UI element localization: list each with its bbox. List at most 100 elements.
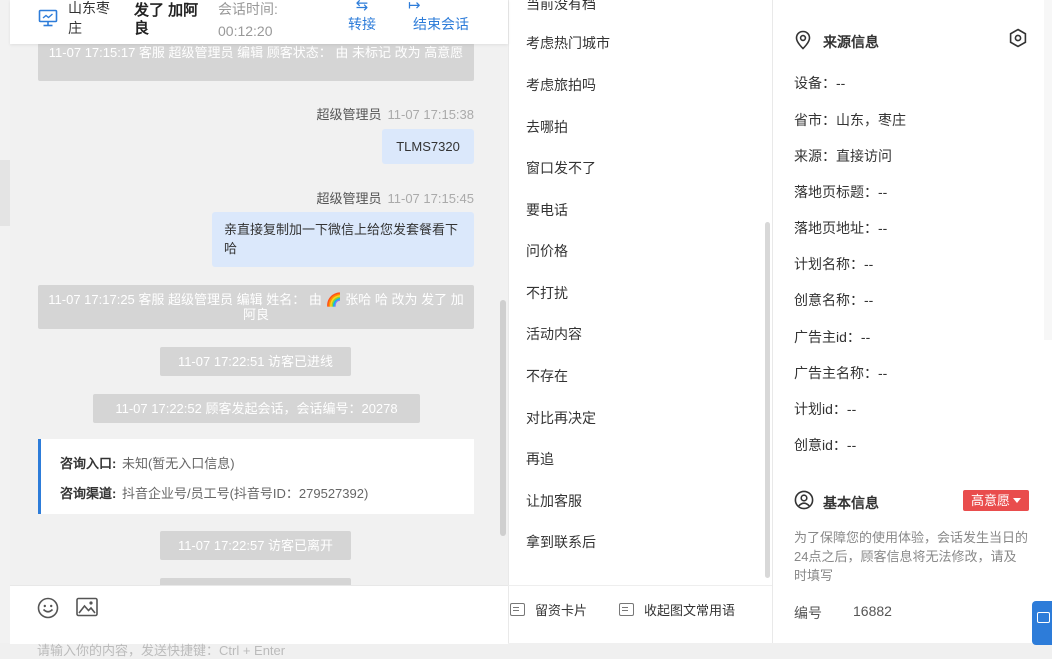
quick-phrase-item[interactable]: 考虑旅拍吗 [526,75,596,95]
collapse-icon [619,603,634,616]
session-time: 会话时间: 00:12:20 [218,0,308,42]
source-field: 广告主id：-- [794,327,870,347]
entry-row: 咨询入口: 未知(暂无入口信息) [60,453,235,472]
source-field-label: 落地页地址： [794,220,878,236]
quick-phrase-item[interactable]: 拿到联系后 [526,532,596,552]
source-field: 来源：直接访问 [794,146,892,166]
source-field-value: 山东，枣庄 [836,112,906,128]
sender-name: 超级管理员 [316,191,382,206]
source-field-value: -- [846,401,857,417]
source-field-label: 创意id： [794,437,847,453]
message-time: 11-07 17:15:45 [387,191,475,206]
basic-info-title: 基本信息 [823,495,879,511]
sender-name: 超级管理员 [316,107,382,122]
quick-phrase-item[interactable]: 问价格 [526,241,568,261]
source-field-label: 计划名称： [794,256,864,272]
source-field: 省市：山东，枣庄 [794,110,906,130]
source-field: 落地页地址：-- [794,218,887,238]
source-field-label: 创意名称： [794,292,864,308]
edit-notice: 为了保障您的使用体验，会话发生当日的24点之后，顾客信息将无法修改，请及时填写 [794,530,1029,583]
session-time-value: 00:12:20 [218,23,273,39]
quick-phrase-item[interactable]: 不存在 [526,366,568,386]
source-field: 落地页标题：-- [794,182,887,202]
lead-card-button[interactable]: 留资卡片 [510,600,587,619]
entry-label: 咨询入口: [60,456,117,471]
source-field: 计划id：-- [794,399,856,419]
source-field: 设备：-- [794,73,845,93]
quick-phrase-item[interactable]: 让加客服 [526,491,582,511]
source-field-label: 落地页标题： [794,184,878,200]
source-field-value: -- [878,184,888,200]
lead-card-label: 留资卡片 [535,603,588,618]
source-field: 广告主名称：-- [794,363,887,383]
quick-phrase-item[interactable]: 不打扰 [526,283,568,303]
source-field-value: -- [836,75,846,91]
transfer-label: 转接 [348,16,376,32]
exit-icon: ↦ [408,0,421,14]
customer-id-value: 16882 [853,603,892,619]
source-field: 创意id：-- [794,435,856,455]
system-message: 11-07 17:15:17 客服 超级管理员 编辑 顾客状态： 由 未标记 改… [38,43,474,81]
system-message: 11-07 17:17:25 客服 超级管理员 编辑 姓名： 由 🌈 张哈 哈 … [38,285,474,329]
quick-phrase-item[interactable]: 窗口发不了 [526,158,596,178]
chat-scrollbar[interactable] [500,300,506,536]
source-field-label: 计划id： [794,401,847,417]
customer-id-label: 编号 [794,605,822,621]
end-session-button[interactable]: ↦ 结束会话 [406,0,476,34]
source-field-value: -- [878,365,888,381]
settings-icon[interactable] [1008,28,1028,48]
chat-header: 山东枣庄 发了 加阿良 会话时间: 00:12:20 ⇆ 转接 ↦ 结束会话 [10,0,508,44]
left-edge-marker [0,160,10,226]
transfer-icon: ⇆ [355,0,369,14]
source-field-value: 直接访问 [836,148,892,164]
source-field-label: 设备： [794,75,836,91]
chat-input-area: 请输入你的内容，发送快捷键：Ctrl + Enter [10,585,508,658]
side-float-button[interactable] [1032,601,1052,645]
left-edge-strip [0,0,10,643]
quick-phrase-item[interactable]: 活动内容 [526,324,582,344]
channel-value: 抖音企业号/员工号(抖音号ID：279527392) [121,486,369,501]
quick-phrase-item[interactable]: 再追 [526,449,554,469]
quick-phrase-item[interactable]: 去哪拍 [526,117,568,137]
quick-phrase-item[interactable]: 要电话 [526,200,568,220]
visitor-name: 发了 加阿良 [134,2,199,37]
message-sender: 超级管理员 11-07 17:15:38 [316,104,474,123]
source-field-value: -- [864,256,874,272]
entry-value: 未知(暂无入口信息) [121,456,235,471]
user-icon [794,490,814,510]
intent-status-dropdown[interactable]: 高意愿 [963,490,1029,511]
quick-phrase-item[interactable]: 对比再决定 [526,408,596,428]
source-field-label: 广告主id： [794,329,861,345]
system-message: 11-07 17:22:51 访客已进线 [160,347,351,376]
source-info-title: 来源信息 [823,34,879,50]
source-field-value: -- [846,437,857,453]
transfer-button[interactable]: ⇆ 转接 [336,0,388,34]
source-field-value: -- [878,220,888,236]
channel-label: 咨询渠道: [60,486,117,501]
system-message: 11-07 17:22:57 访客已离开 [160,531,351,560]
message-time: 11-07 17:15:38 [387,107,475,122]
session-time-label: 会话时间: [218,1,278,17]
monitor-icon [38,9,58,27]
emoji-icon[interactable] [37,597,59,619]
system-message: 11-07 17:22:52 顾客发起会话，会话编号：20278 [93,394,420,423]
location-pin-icon [795,30,811,50]
source-field-label: 广告主名称： [794,365,878,381]
chat-icon [1037,612,1050,623]
phrases-scrollbar[interactable] [765,222,770,578]
card-icon [510,603,525,616]
channel-row: 咨询渠道: 抖音企业号/员工号(抖音号ID：279527392) [60,483,368,502]
end-session-label: 结束会话 [413,16,469,32]
consult-info-card: 咨询入口: 未知(暂无入口信息) 咨询渠道: 抖音企业号/员工号(抖音号ID：2… [38,439,474,514]
source-field: 创意名称：-- [794,290,873,310]
quick-phrase-item[interactable]: 考虑热门城市 [526,33,610,53]
source-field-label: 来源： [794,148,836,164]
fold-phrases-button[interactable]: 收起图文常用语 [619,600,735,619]
quick-phrase-item[interactable]: 当前没有档 [526,0,596,14]
chat-bubble: 亲直接复制加一下微信上给您发套餐看下哈 [212,212,474,267]
image-icon[interactable] [76,597,98,617]
source-field: 计划名称：-- [794,254,873,274]
fold-phrases-label: 收起图文常用语 [644,603,736,618]
source-field-value: -- [860,329,871,345]
right-scroll-track [1044,0,1052,340]
